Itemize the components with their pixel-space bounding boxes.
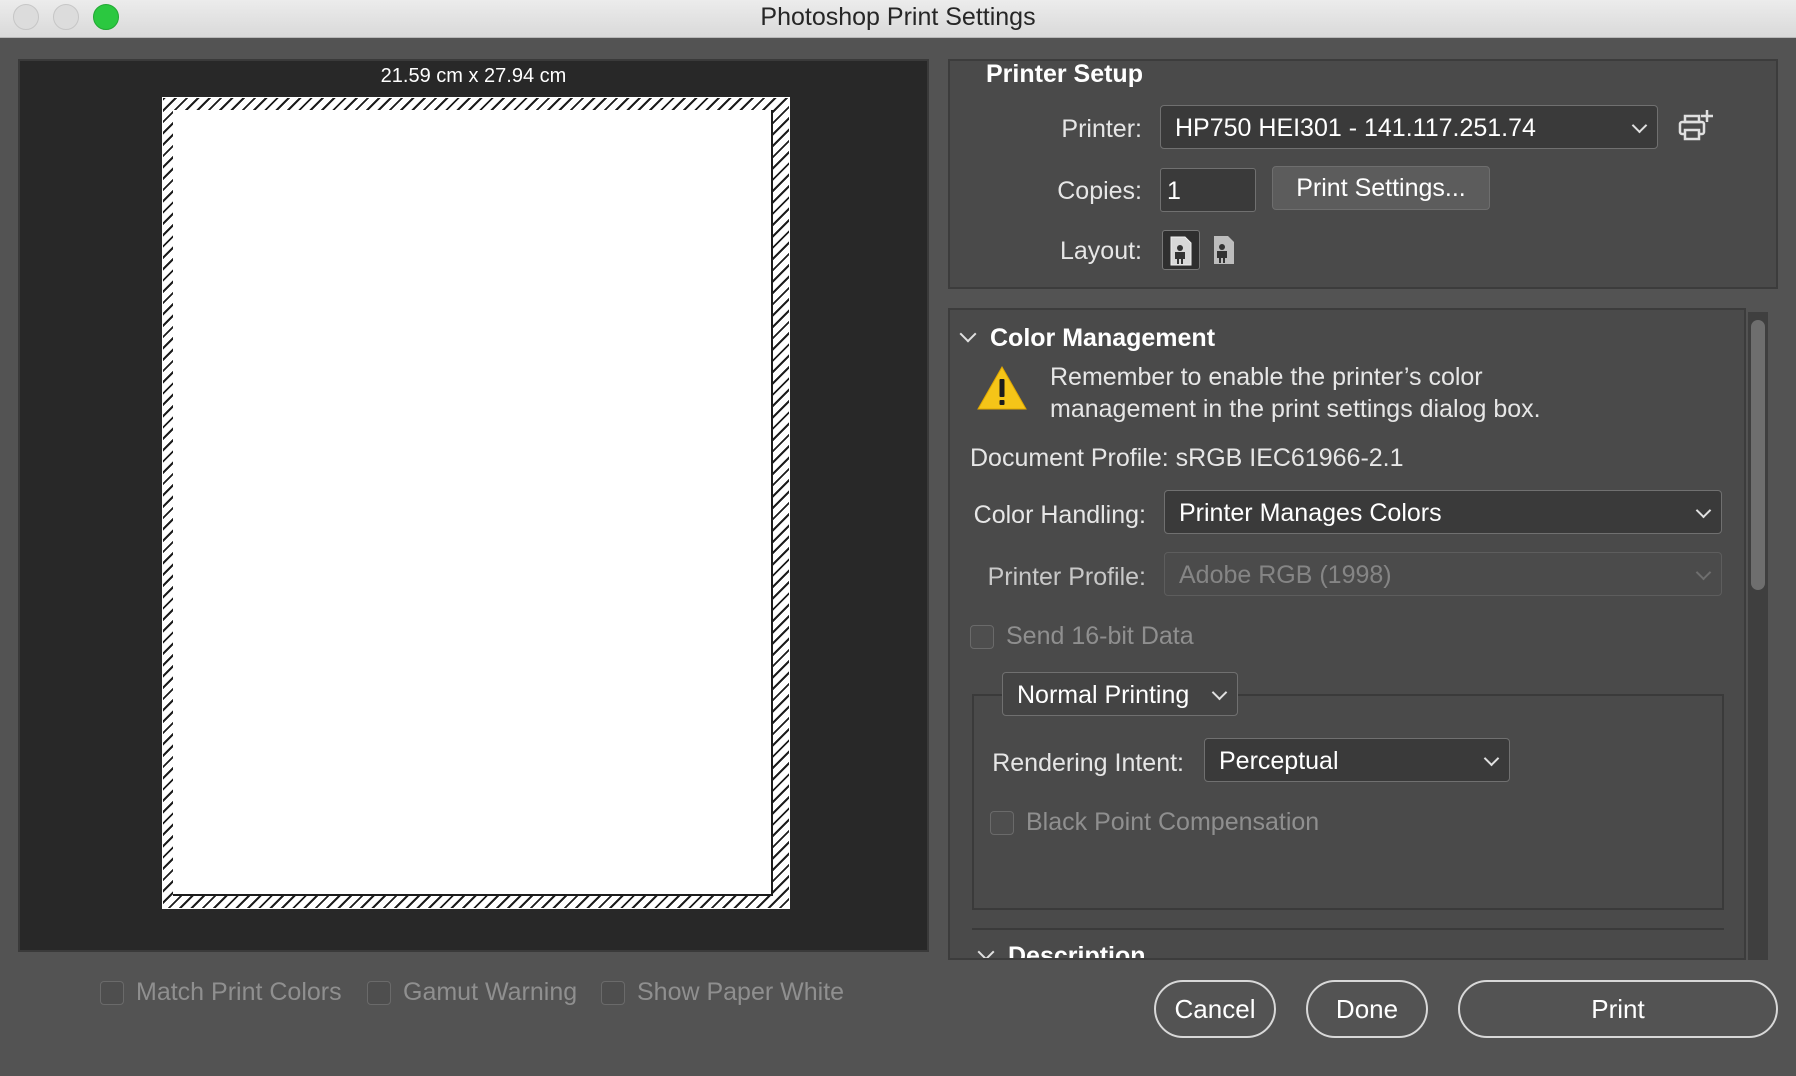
print-settings-button[interactable]: Print Settings... <box>1272 166 1490 210</box>
gamut-warning-option[interactable]: Gamut Warning <box>367 978 577 1007</box>
landscape-layout-icon[interactable] <box>1206 230 1244 270</box>
chevron-down-icon <box>1483 750 1500 767</box>
match-print-colors-option[interactable]: Match Print Colors <box>100 978 342 1007</box>
warning-icon <box>976 364 1028 412</box>
paper-preview <box>162 97 790 909</box>
printer-profile-value: Adobe RGB (1998) <box>1179 561 1392 589</box>
chevron-down-icon <box>1211 684 1228 701</box>
show-paper-white-option[interactable]: Show Paper White <box>601 978 844 1007</box>
gamut-warning-label: Gamut Warning <box>403 978 578 1006</box>
color-management-scrollbar[interactable] <box>1748 312 1768 960</box>
add-printer-icon[interactable] <box>1676 108 1716 146</box>
printer-setup-title: Printer Setup <box>986 60 1143 88</box>
gamut-warning-checkbox[interactable] <box>367 980 391 1005</box>
rendering-intent-select[interactable]: Perceptual <box>1204 738 1510 782</box>
title-bar: Photoshop Print Settings <box>0 0 1796 38</box>
show-paper-white-checkbox[interactable] <box>601 980 625 1005</box>
expand-description-icon[interactable] <box>977 943 995 958</box>
document-profile: Document Profile: sRGB IEC61966-2.1 <box>970 444 1404 472</box>
chevron-down-icon <box>1695 564 1712 581</box>
printer-profile-select[interactable]: Adobe RGB (1998) <box>1164 552 1722 596</box>
chevron-down-icon <box>1695 502 1712 519</box>
color-handling-select[interactable]: Printer Manages Colors <box>1164 490 1722 534</box>
layout-label: Layout: <box>1059 237 1142 265</box>
rendering-intent-label: Rendering Intent: <box>992 749 1184 777</box>
black-point-label: Black Point Compensation <box>1026 808 1320 836</box>
rendering-group <box>972 694 1724 910</box>
color-handling-value: Printer Manages Colors <box>1179 499 1442 527</box>
warning-message-line1: Remember to enable the printer’s color <box>1050 363 1483 391</box>
color-handling-label: Color Handling: <box>973 501 1146 529</box>
send-16bit-checkbox[interactable] <box>970 624 994 649</box>
section-divider <box>972 928 1724 930</box>
paper-size-label: 21.59 cm x 27.94 cm <box>380 65 567 87</box>
black-point-checkbox[interactable] <box>990 810 1014 835</box>
printer-profile-label: Printer Profile: <box>987 563 1146 591</box>
send-16bit-option[interactable]: Send 16-bit Data <box>970 622 1194 651</box>
copies-label: Copies: <box>1057 177 1142 205</box>
warning-message-line2: management in the print settings dialog … <box>1050 395 1541 423</box>
black-point-option[interactable]: Black Point Compensation <box>990 808 1319 837</box>
portrait-layout-icon[interactable] <box>1162 230 1200 270</box>
color-management-title: Color Management <box>990 324 1216 352</box>
match-print-colors-checkbox[interactable] <box>100 980 124 1005</box>
cancel-button[interactable]: Cancel <box>1154 980 1276 1038</box>
window-title: Photoshop Print Settings <box>760 3 1036 31</box>
printable-area <box>173 110 773 896</box>
description-header[interactable]: Description <box>950 938 1730 958</box>
printing-mode-select[interactable]: Normal Printing <box>1002 672 1238 716</box>
done-button[interactable]: Done <box>1306 980 1428 1038</box>
printer-select[interactable]: HP750 HEI301 - 141.117.251.74 <box>1160 105 1658 149</box>
scrollbar-thumb[interactable] <box>1751 320 1765 590</box>
copies-input[interactable]: 1 <box>1160 168 1256 212</box>
print-button[interactable]: Print <box>1458 980 1778 1038</box>
match-print-colors-label: Match Print Colors <box>136 978 342 1006</box>
rendering-intent-value: Perceptual <box>1219 747 1339 775</box>
show-paper-white-label: Show Paper White <box>637 978 845 1006</box>
printing-mode-value: Normal Printing <box>1017 681 1190 709</box>
description-title: Description <box>1008 942 1146 958</box>
send-16bit-label: Send 16-bit Data <box>1006 622 1194 650</box>
print-preview: 21.59 cm x 27.94 cm <box>18 59 929 952</box>
chevron-down-icon <box>1631 117 1648 134</box>
printer-label: Printer: <box>1061 115 1142 143</box>
printer-select-value: HP750 HEI301 - 141.117.251.74 <box>1175 114 1536 142</box>
